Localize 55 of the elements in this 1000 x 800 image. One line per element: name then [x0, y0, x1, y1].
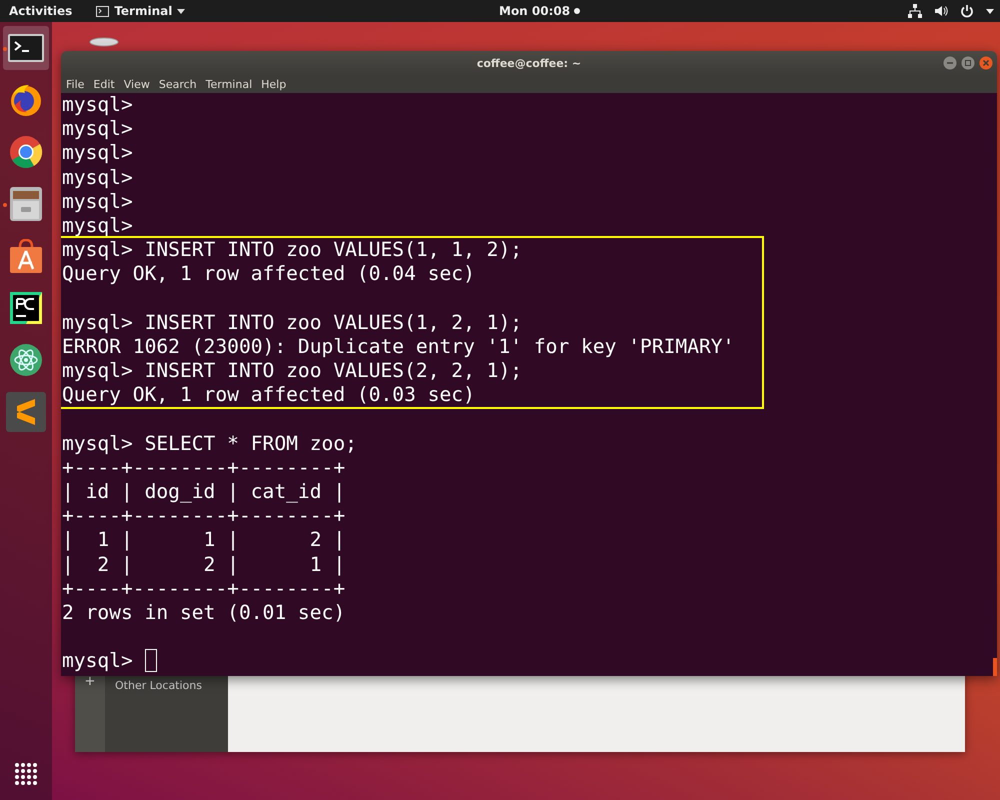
menu-item[interactable]: Terminal	[206, 78, 252, 90]
clock[interactable]: Mon 00:08	[499, 4, 580, 18]
terminal-line: mysql>	[62, 166, 133, 189]
terminal-line: mysql>	[62, 214, 133, 237]
terminal-line: Query OK, 1 row affected (0.03 sec)	[62, 383, 475, 406]
terminal-line: mysql>	[62, 141, 133, 164]
fox-globe-icon	[9, 83, 43, 117]
dock-item[interactable]	[3, 390, 49, 434]
terminal-icon	[8, 34, 44, 62]
terminal-line: | 2 | 2 | 1 |	[62, 552, 346, 576]
terminal-line: mysql> INSERT INTO zoo VALUES(1, 2, 1);	[62, 310, 522, 334]
sidebar-item[interactable]: Other Locations	[115, 679, 202, 692]
menu-item[interactable]: Search	[158, 78, 197, 90]
terminal-line: mysql> SELECT * FROM zoo;	[62, 432, 357, 455]
dock-item[interactable]	[3, 26, 49, 70]
terminal-line: | 1 | 1 | 2 |	[62, 528, 346, 552]
terminal-line: mysql>	[62, 190, 133, 213]
terminal-line: mysql>	[62, 117, 133, 140]
power-icon[interactable]	[960, 4, 974, 18]
add-icon[interactable]: +	[84, 674, 96, 690]
close-button[interactable]	[979, 56, 993, 70]
shopping-bag-icon	[10, 239, 42, 273]
window-title: coffee@coffee: ~	[476, 56, 582, 70]
trash-icon[interactable]	[89, 37, 119, 47]
terminal-line: mysql>	[62, 649, 133, 672]
volume-icon[interactable]	[934, 4, 948, 18]
app-menu[interactable]: Terminal	[96, 4, 186, 18]
terminal-line: ERROR 1062 (23000): Duplicate entry '1' for key 'PRIMARY'	[62, 334, 734, 358]
menu-item[interactable]: Help	[261, 78, 286, 90]
terminal-line: +----+--------+--------+	[62, 576, 346, 600]
terminal-line: | id | dog_id | cat_id |	[62, 480, 346, 503]
activities-button[interactable]: Activities	[9, 4, 72, 18]
terminal-line: +----+--------+--------+	[62, 504, 346, 528]
terminal-line: mysql>	[62, 93, 133, 116]
minimize-button[interactable]	[943, 56, 957, 70]
maximize-button[interactable]	[961, 56, 975, 70]
app-grid-icon[interactable]	[14, 762, 38, 786]
ide-icon	[10, 292, 42, 324]
terminal-line: mysql> INSERT INTO zoo VALUES(2, 2, 1);	[62, 359, 522, 382]
terminal-line: mysql> INSERT INTO zoo VALUES(1, 1, 2);	[62, 238, 522, 262]
browser-icon	[9, 135, 43, 169]
menu-item[interactable]: Edit	[93, 78, 115, 90]
zigzag-icon	[6, 392, 46, 432]
file-cabinet-icon	[10, 187, 42, 221]
text-cursor	[144, 649, 157, 672]
terminal-line: Query OK, 1 row affected (0.04 sec)	[62, 262, 475, 286]
menu-item[interactable]: File	[66, 78, 84, 90]
terminal-line: +----+--------+--------+	[62, 456, 346, 479]
terminal-icon	[96, 6, 110, 16]
terminal-line: 2 rows in set (0.01 sec)	[62, 600, 346, 624]
network-icon[interactable]	[908, 4, 922, 18]
menu-item[interactable]: View	[124, 78, 150, 90]
caret-icon	[177, 8, 186, 14]
atom-icon	[9, 343, 43, 377]
caret-icon[interactable]	[986, 8, 994, 14]
